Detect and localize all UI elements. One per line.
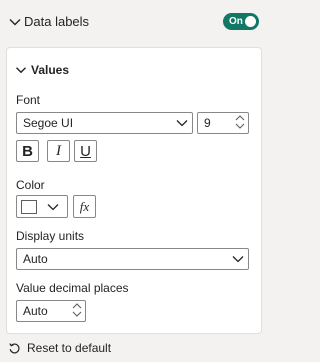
color-label: Color xyxy=(16,178,45,192)
data-labels-header[interactable]: Data labels On xyxy=(0,0,268,44)
chevron-down-icon xyxy=(47,203,59,210)
bold-button[interactable]: B xyxy=(16,140,39,162)
decimal-places-label: Value decimal places xyxy=(16,281,129,295)
decimal-places-stepper[interactable]: Auto xyxy=(16,300,86,322)
spin-up-icon[interactable] xyxy=(235,115,245,121)
data-labels-title: Data labels xyxy=(24,14,90,29)
italic-button[interactable]: I xyxy=(47,140,70,162)
toggle-knob xyxy=(245,16,256,27)
values-card: Values Font Segoe UI 9 B I U Color fx Di… xyxy=(6,47,262,334)
reset-label: Reset to default xyxy=(27,341,112,355)
color-swatch xyxy=(21,199,37,214)
conditional-format-button[interactable]: fx xyxy=(73,195,96,218)
color-picker[interactable] xyxy=(16,195,68,218)
font-size-stepper[interactable]: 9 xyxy=(197,112,249,134)
toggle-label: On xyxy=(229,16,243,27)
chevron-down-icon[interactable] xyxy=(15,64,27,76)
display-units-dropdown[interactable]: Auto xyxy=(16,248,249,270)
spin-down-icon[interactable] xyxy=(72,311,82,317)
font-family-dropdown[interactable]: Segoe UI xyxy=(16,112,193,134)
chevron-down-icon xyxy=(232,256,244,263)
spin-up-icon[interactable] xyxy=(72,303,82,309)
chevron-down-icon[interactable] xyxy=(8,15,22,29)
values-title: Values xyxy=(31,63,70,77)
reset-icon xyxy=(9,342,20,353)
data-labels-toggle[interactable]: On xyxy=(223,13,259,30)
font-family-value: Segoe UI xyxy=(23,116,74,130)
reset-to-default-link[interactable]: Reset to default xyxy=(8,341,111,355)
underline-button[interactable]: U xyxy=(74,140,97,162)
display-units-value: Auto xyxy=(23,252,48,266)
font-label: Font xyxy=(16,93,41,107)
spin-down-icon[interactable] xyxy=(235,123,245,129)
chevron-down-icon xyxy=(176,120,188,127)
display-units-label: Display units xyxy=(16,229,85,243)
